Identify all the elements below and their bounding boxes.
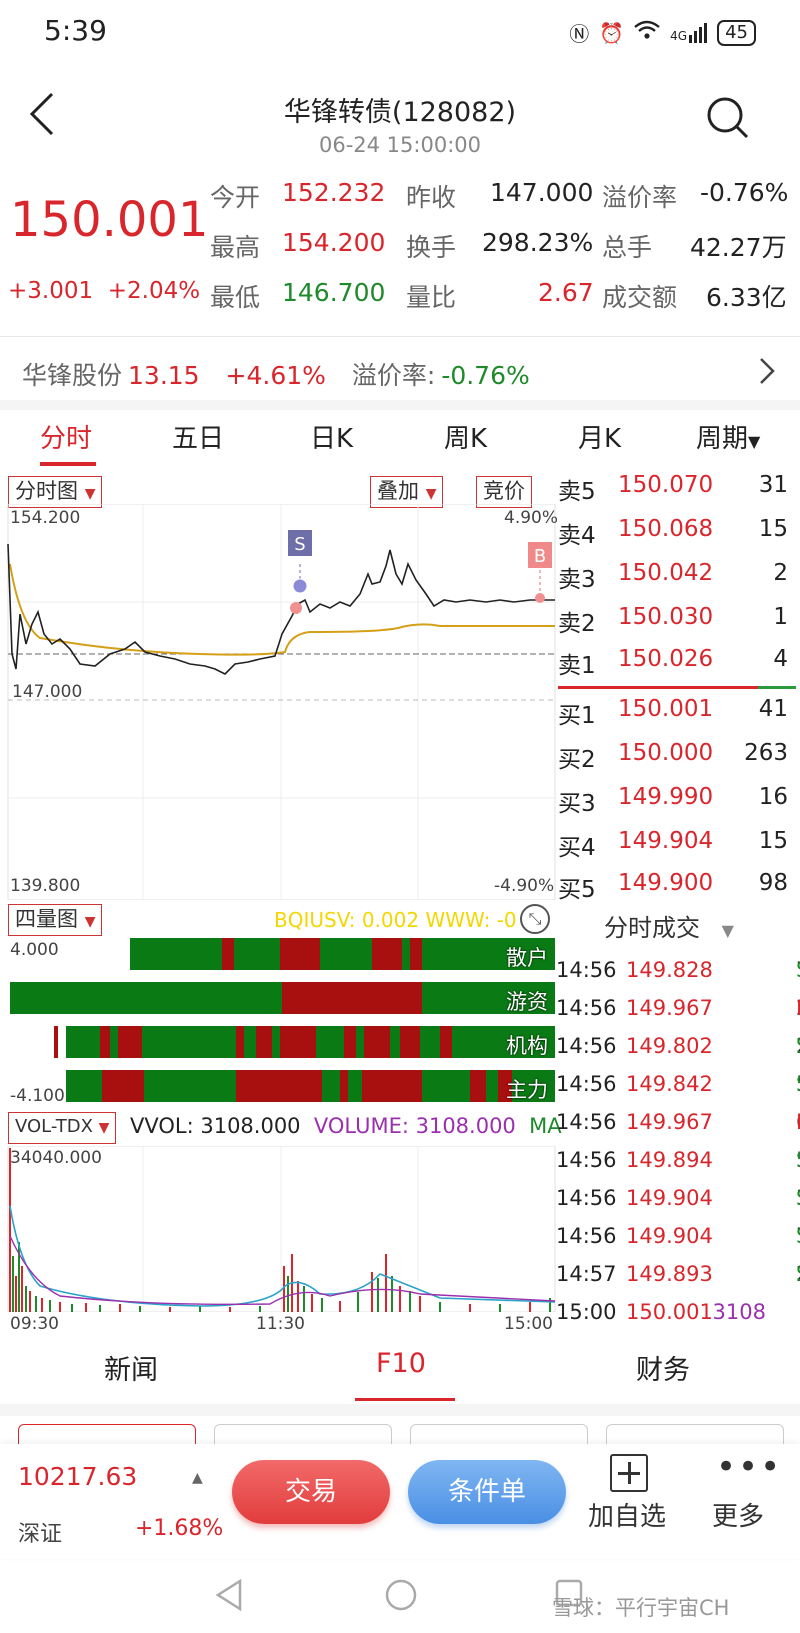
caret-up-icon: ▲ [192,1470,203,1486]
four-vol-select[interactable]: 四量图 ▼ [8,904,103,936]
bid-row[interactable]: 买1 150.001 41 [556,696,796,740]
bid-row[interactable]: 买4 149.904 15 [556,828,796,872]
tab-news[interactable]: 新闻 [104,1348,158,1387]
bid-row[interactable]: 买2 150.000 263 [556,740,796,784]
bid-row[interactable]: 买3 149.990 16 [556,784,796,828]
quote-timestamp: 06-24 15:00:00 [318,133,481,157]
caret-down-icon: ▼ [98,1120,110,1136]
caret-down-icon: ▼ [721,921,734,940]
trade-row: 14:57149.89327S [556,1262,800,1286]
status-icons: Ⓝ ⏰ 4G 45 [569,18,756,47]
vol-indicator-select[interactable]: VOL-TDX ▼ [8,1112,117,1144]
page-title: 华锋转债(128082) [283,97,517,128]
subtab-pill[interactable] [18,1424,196,1444]
index-pct: +1.68% [135,1516,224,1541]
ask-row[interactable]: 卖2 150.030 1 [556,604,796,648]
four-vol-chart [0,934,556,1106]
x-axis-end: 15:00 [504,1314,553,1334]
tab-monthly-k[interactable]: 月K [578,418,621,455]
trade-row: 14:56149.9676B [556,1110,800,1134]
retail-label: 散户 [506,946,548,970]
trade-row: 14:56149.84250S [556,1072,800,1096]
main-force-label: 主力 [506,1078,548,1102]
wifi-icon [634,20,660,45]
trade-row: 15:00 150.001 3108 [556,1300,766,1324]
trade-row: 14:56149.96728B [556,996,800,1020]
four-vol-legend: BQIUSV: 0.002 WWW: -0 [274,908,517,932]
last-price: 150.001 [10,192,209,248]
volume-chart [0,1145,556,1313]
ask-row[interactable]: 卖5 150.070 31 [556,472,796,516]
underlying-stock[interactable]: 华锋股份 13.15 +4.61% 溢价率: -0.76% [22,356,548,392]
tab-underline [355,1398,455,1401]
divider [0,1404,800,1416]
period-tabs: 分时 五日 日K 周K 月K 周期▼ [0,418,800,474]
index-value[interactable]: 10217.63 [18,1462,137,1491]
divider [0,400,800,410]
price-change: +3.001 +2.04% [8,278,201,304]
trade-row: 14:56149.82871S [556,958,800,982]
y-axis-bottom: 139.800 [10,876,81,896]
battery-icon: 45 [717,19,756,46]
trade-row: 14:56149.90476S [556,1224,800,1248]
conditional-order-button[interactable]: 条件单 [408,1460,566,1524]
tab-f10[interactable]: F10 [376,1348,426,1379]
trade-row: 14:56149.802283S [556,1034,800,1058]
pct-axis-top: 4.90% [504,508,559,528]
more-button[interactable]: ••• 更多 [712,1447,783,1533]
ask-row[interactable]: 卖3 150.042 2 [556,560,796,604]
tab-daily-k[interactable]: 日K [310,418,353,455]
buy-marker[interactable]: B [534,546,546,567]
f10-subtabs [0,1424,800,1444]
trade-button[interactable]: 交易 [232,1460,390,1524]
hot-money-label: 游资 [506,990,548,1014]
add-watchlist-button[interactable]: 加自选 [588,1454,666,1533]
caret-down-icon: ▼ [84,486,96,502]
nav-back-icon[interactable] [214,1578,244,1616]
vol-legend: VVOL: 3108.000 VOLUME: 3108.000 MA [130,1114,562,1138]
y-axis-top: 154.200 [10,508,81,528]
institution-label: 机构 [506,1034,548,1058]
divider [0,336,800,337]
sell-marker[interactable]: S [294,534,305,555]
ask-row[interactable]: 卖4 150.068 15 [556,516,796,560]
index-name: 深证 [18,1522,63,1547]
search-button[interactable] [706,96,750,144]
tab-finance[interactable]: 财务 [636,1348,690,1387]
caret-down-icon: ▼ [425,486,437,502]
tab-underline [40,462,96,466]
x-axis-mid: 11:30 [256,1314,305,1334]
signal-icon: 4G [670,22,708,43]
alarm-icon: ⏰ [599,20,625,45]
more-label: 更多 [712,1502,765,1532]
watermark: 雪球：平行宇宙CH [552,1596,730,1620]
trades-title[interactable]: 分时成交 ▼ [604,908,734,943]
subtab-pill[interactable] [410,1424,588,1444]
tab-period[interactable]: 周期▼ [696,418,760,455]
caret-down-icon: ▼ [84,914,96,930]
x-axis-start: 09:30 [10,1314,59,1334]
nfc-icon: Ⓝ [569,22,590,46]
plus-square-icon [610,1454,648,1492]
tab-five-day[interactable]: 五日 [172,418,224,455]
trade-row: 14:56149.90438S [556,1186,800,1210]
tab-weekly-k[interactable]: 周K [444,418,487,455]
status-time: 5:39 [44,14,107,47]
more-dots-icon: ••• [716,1447,783,1487]
subtab-pill[interactable] [214,1424,392,1444]
trade-row: 14:56149.894590S [556,1148,800,1172]
y-axis-mid: 147.000 [12,682,83,702]
chevron-right-icon[interactable] [758,356,776,390]
pct-axis-bottom: -4.90% [494,876,555,896]
caret-down-icon: ▼ [748,432,761,451]
expand-icon[interactable]: ⤡ [520,904,550,934]
tab-intraday[interactable]: 分时 [40,418,92,455]
intraday-chart[interactable]: S B [0,503,556,901]
add-watchlist-label: 加自选 [588,1502,667,1532]
ask-row[interactable]: 卖1 150.026 4 [556,646,796,690]
subtab-pill[interactable] [606,1424,784,1444]
nav-home-icon[interactable] [384,1578,418,1616]
